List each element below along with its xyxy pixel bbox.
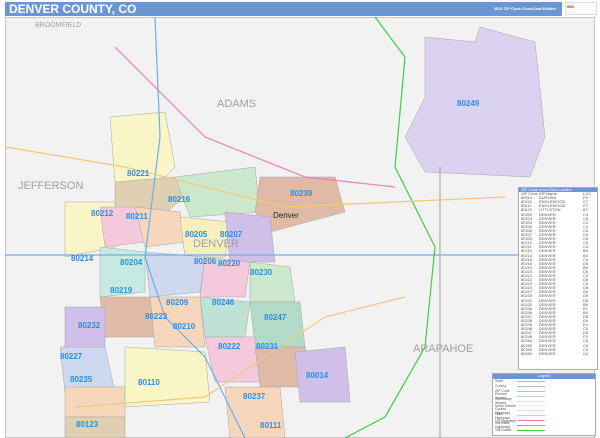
legend-label: County — [495, 384, 507, 389]
zip-label: 80210 — [173, 322, 196, 331]
zip-label: 80212 — [91, 209, 114, 218]
zip-label: 80220 — [218, 259, 241, 268]
zip-label: 80206 — [194, 257, 217, 266]
zip-label: 80231 — [256, 342, 279, 351]
publisher-logo: MM — [565, 2, 597, 15]
county-label-jefferson: JEFFERSON — [18, 180, 83, 192]
zip-label: 80223 — [145, 312, 168, 321]
zip-label: 80204 — [120, 258, 143, 267]
zip-table-body: 80014 AURORA F6 80110 ENGLEWOOD C7 80111 ENGLEW… — [519, 196, 597, 356]
zip-table-cell: DENVER — [539, 350, 556, 356]
county-label-adams: ADAMS — [217, 98, 256, 110]
zip-label: 80111 — [260, 421, 282, 430]
zip-label: 80221 — [127, 169, 150, 178]
legend-swatch — [517, 395, 545, 397]
zip-label: 80123 — [76, 420, 99, 429]
zip-label: 80247 — [264, 313, 287, 322]
zip-label: 80209 — [166, 298, 189, 307]
zip-label: 80235 — [70, 375, 93, 384]
legend-swatch — [517, 385, 545, 387]
zip-label: 80239 — [290, 189, 313, 198]
legend-swatch — [517, 429, 545, 431]
city-label-denver: Denver — [273, 211, 299, 220]
zip-label: 80232 — [78, 321, 101, 330]
zip-label: 80211 — [126, 212, 148, 221]
legend-items: State County ZIP Code Primary Streets Second… — [493, 379, 595, 433]
zip-label: 80230 — [250, 268, 273, 277]
zip-label: 80214 — [71, 254, 94, 263]
county-label-arapahoe: ARAPAHOE — [413, 343, 473, 355]
legend-swatch — [517, 400, 545, 402]
zip-label: 80207 — [220, 230, 243, 239]
zip-label: 80227 — [60, 352, 83, 361]
zip-label: 80216 — [168, 195, 191, 204]
legend-label: Toll Roads — [495, 428, 512, 433]
legend-swatch — [517, 390, 545, 392]
zip-label: 80219 — [110, 286, 133, 295]
zip-label: 80246 — [212, 298, 235, 307]
county-label-broomfield: BROOMFIELD — [35, 22, 81, 29]
map-legend: Legend State County ZIP Code Primary Street… — [492, 373, 596, 436]
zip-label: 80222 — [218, 342, 241, 351]
legend-swatch — [517, 410, 545, 412]
zip-label: 80014 — [306, 371, 329, 380]
legend-swatch — [517, 405, 545, 407]
legend-swatch — [517, 415, 545, 417]
zip-table-cell: 80294 — [521, 350, 533, 356]
zip-index-table: ZIP Code Index/Grid Locator ZIP Code ZIP… — [518, 187, 598, 370]
legend-item: Toll Roads — [493, 428, 548, 433]
legend-swatch — [517, 380, 545, 382]
zip-table-row: 80294 DENVER C4 — [519, 350, 597, 356]
title-bar: DENVER COUNTY, CO 2022 ZIP Code ColorCas… — [5, 2, 562, 16]
zip-label: 80249 — [457, 99, 480, 108]
legend-swatch — [517, 424, 545, 426]
zip-table-cell: C4 — [583, 350, 589, 356]
legend-swatch — [517, 420, 545, 422]
zip-label: 80237 — [243, 392, 266, 401]
edition-label: 2022 ZIP Code ColorCast Edition — [493, 6, 556, 11]
map-title: DENVER COUNTY, CO — [9, 2, 137, 16]
legend-label: State — [495, 379, 504, 384]
zip-label: 80110 — [138, 378, 160, 387]
zip-label: 80205 — [185, 230, 208, 239]
county-label-denver: DENVER — [193, 238, 239, 250]
